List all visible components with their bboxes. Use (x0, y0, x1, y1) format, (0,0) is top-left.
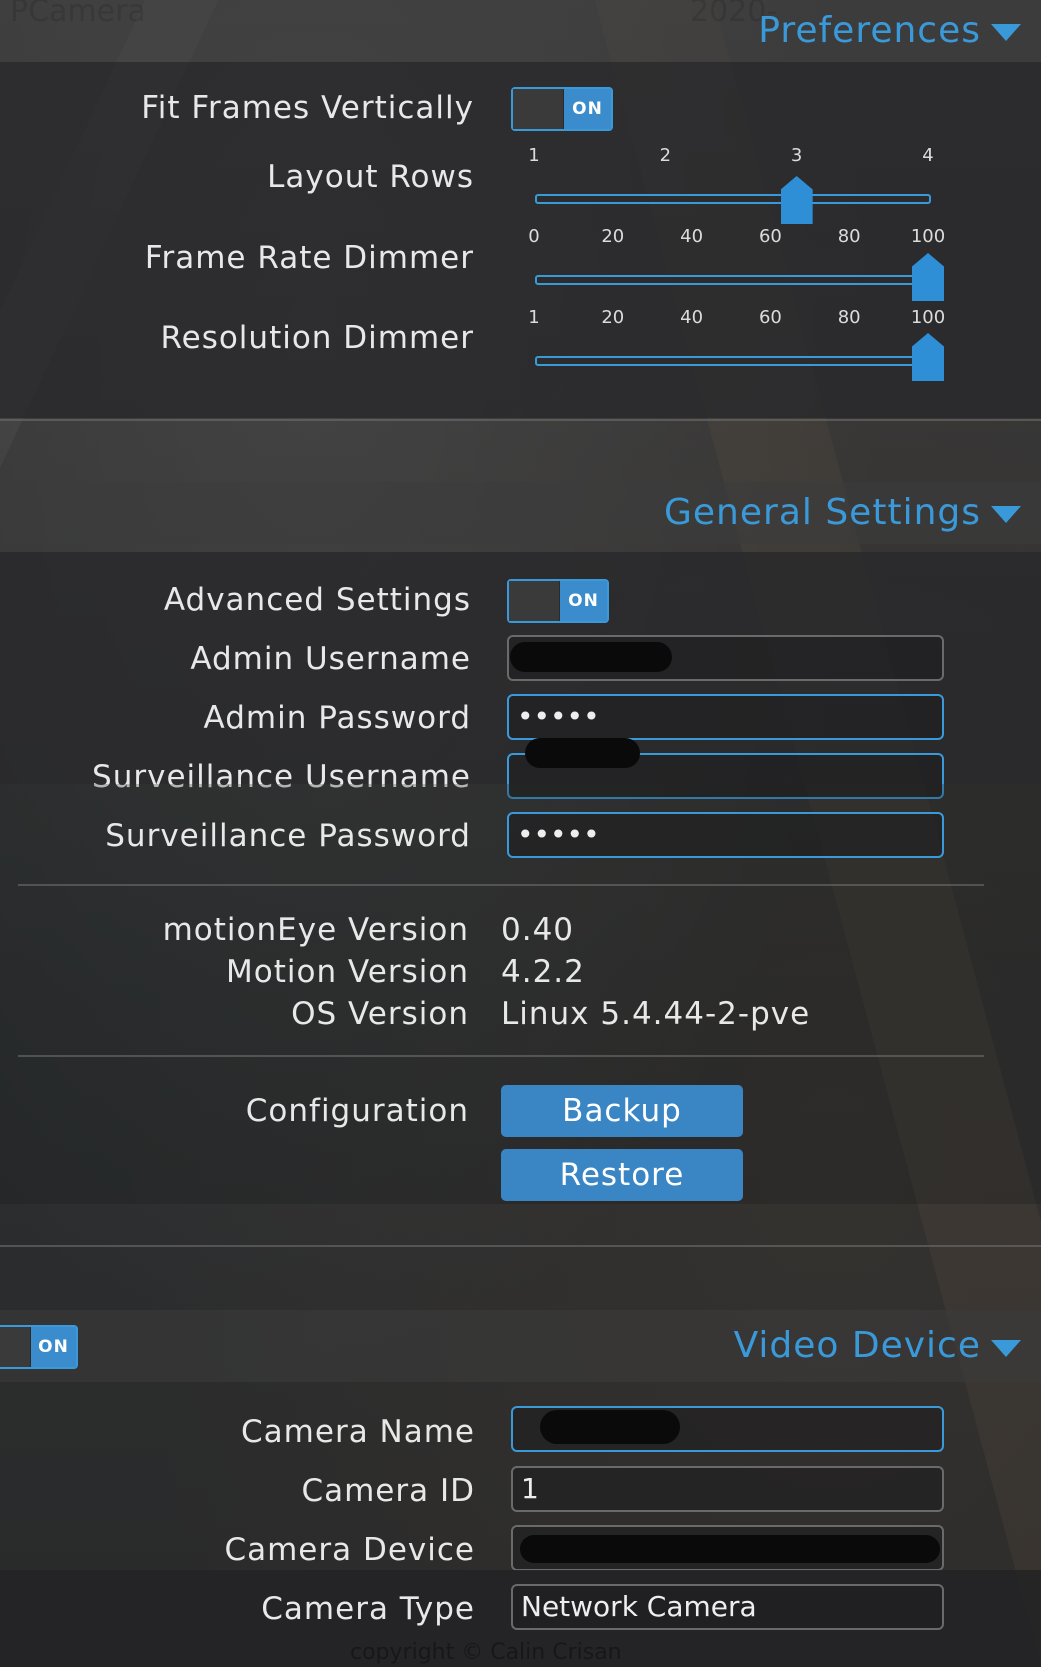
toggle-knob (513, 89, 564, 129)
camera-name-label: Camera Name (241, 1414, 475, 1450)
motion-version-value: 4.2.2 (501, 954, 585, 990)
section-divider (18, 1055, 984, 1057)
slider-tick-label: 60 (758, 226, 782, 247)
frame-rate-label: Frame Rate Dimmer (144, 240, 474, 276)
preferences-title[interactable]: Preferences (758, 10, 981, 51)
advanced-settings-label: Advanced Settings (163, 582, 471, 618)
general-settings-header[interactable]: General Settings (0, 482, 1041, 544)
slider-tick-label: 3 (790, 145, 803, 166)
camera-id-label: Camera ID (301, 1473, 475, 1509)
slider-tick-label: 1 (528, 145, 540, 166)
motion-version-label: Motion Version (226, 954, 469, 990)
chevron-down-icon[interactable] (991, 1340, 1021, 1357)
general-settings-panel: Advanced Settings ON Admin Username Admi… (0, 552, 1041, 799)
slider-tick-label: 2 (659, 145, 672, 166)
redaction-mark (520, 1535, 940, 1563)
slider-tick-label: 80 (837, 226, 861, 247)
frame-rate-slider-handle[interactable] (912, 253, 944, 301)
os-version-label: OS Version (291, 996, 469, 1032)
camera-type-field[interactable]: Network Camera (511, 1584, 944, 1630)
slider-tick-label: 20 (601, 307, 625, 328)
toggle-on-label: ON (560, 581, 607, 621)
admin-password-label: Admin Password (203, 700, 471, 736)
preferences-header[interactable]: Preferences (0, 0, 1041, 62)
redaction-mark (525, 738, 640, 768)
layout-rows-slider[interactable] (535, 194, 931, 204)
slider-tick-label: 100 (910, 226, 946, 247)
resolution-slider[interactable] (535, 356, 931, 366)
frame-rate-slider[interactable] (535, 275, 931, 285)
configuration-label: Configuration (245, 1093, 469, 1129)
chevron-down-icon[interactable] (991, 24, 1021, 41)
slider-tick-label: 20 (601, 226, 625, 247)
toggle-on-label: ON (31, 1327, 76, 1367)
advanced-settings-toggle[interactable]: ON (507, 579, 609, 623)
slider-tick-label: 4 (922, 145, 934, 166)
motioneye-version-label: motionEye Version (162, 912, 469, 948)
resolution-slider-handle[interactable] (912, 333, 944, 381)
toggle-knob (0, 1327, 31, 1367)
slider-tick-label: 100 (910, 307, 946, 328)
section-divider (0, 1245, 1041, 1247)
restore-button[interactable]: Restore (501, 1149, 743, 1201)
layout-rows-slider-handle[interactable] (780, 176, 813, 224)
general-settings-title[interactable]: General Settings (664, 492, 981, 533)
admin-username-label: Admin Username (190, 641, 471, 677)
redaction-mark (540, 1410, 680, 1444)
section-divider (0, 419, 1041, 421)
slider-tick-label: 80 (837, 307, 861, 328)
surveillance-password-field[interactable]: ••••• (507, 812, 944, 858)
slider-tick-label: 0 (528, 226, 540, 247)
motioneye-version-value: 0.40 (501, 912, 575, 948)
fit-frames-toggle[interactable]: ON (511, 87, 613, 131)
fit-frames-label: Fit Frames Vertically (141, 90, 474, 126)
slider-tick-label: 60 (758, 307, 782, 328)
camera-device-label: Camera Device (224, 1532, 475, 1568)
slider-tick-label: 40 (680, 307, 704, 328)
copyright-text: copyright © Calin Crisan (350, 1640, 622, 1665)
redaction-mark (510, 642, 672, 672)
video-device-toggle[interactable]: ON (0, 1325, 78, 1369)
slider-tick-label: 40 (680, 226, 704, 247)
layout-rows-label: Layout Rows (267, 159, 474, 195)
admin-password-field[interactable]: ••••• (507, 694, 944, 740)
video-device-header[interactable]: ON Video Device (0, 1310, 1041, 1382)
backup-button[interactable]: Backup (501, 1085, 743, 1137)
section-divider (18, 884, 984, 886)
camera-type-label: Camera Type (261, 1591, 475, 1627)
resolution-label: Resolution Dimmer (160, 320, 474, 356)
camera-id-field[interactable]: 1 (511, 1466, 944, 1512)
slider-tick-label: 1 (528, 307, 540, 328)
preferences-panel: Fit Frames Vertically ON Layout Rows 1 2 3… (0, 62, 1041, 418)
toggle-on-label: ON (564, 89, 611, 129)
toggle-knob (509, 581, 560, 621)
video-device-title[interactable]: Video Device (734, 1325, 981, 1366)
surveillance-password-label: Surveillance Password (105, 818, 471, 854)
chevron-down-icon[interactable] (991, 506, 1021, 523)
os-version-value: Linux 5.4.44-2-pve (501, 996, 811, 1032)
